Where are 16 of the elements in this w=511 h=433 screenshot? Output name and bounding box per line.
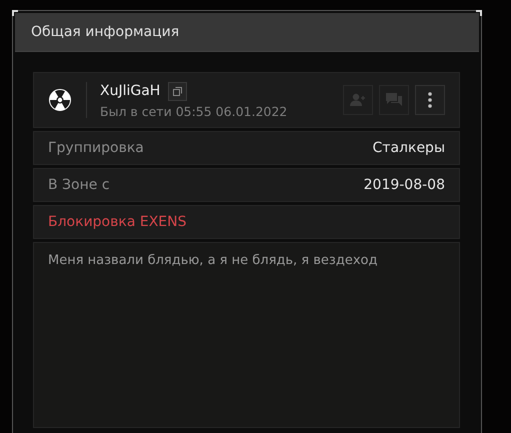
person-plus-icon [350,94,366,106]
last-seen-text: Был в сети 05:55 06.01.2022 [100,104,288,118]
field-value: 2019-08-08 [364,177,445,193]
field-label: Группировка [48,140,144,156]
ban-notice: Блокировка EXENS [48,214,187,230]
status-text: Меня назвали блядью, а я не блядь, я вездеход [33,242,460,428]
radiation-icon [49,89,71,111]
panel-title: Общая информация [15,13,479,52]
copy-icon [173,86,182,96]
field-label: В Зоне с [48,177,110,193]
chat-bubbles-icon [386,93,402,106]
copy-button[interactable] [168,82,188,100]
more-vertical-icon [428,92,432,108]
field-value: Сталкеры [372,140,445,156]
more-button[interactable] [415,85,445,115]
username: XuJliGaH [100,83,160,99]
